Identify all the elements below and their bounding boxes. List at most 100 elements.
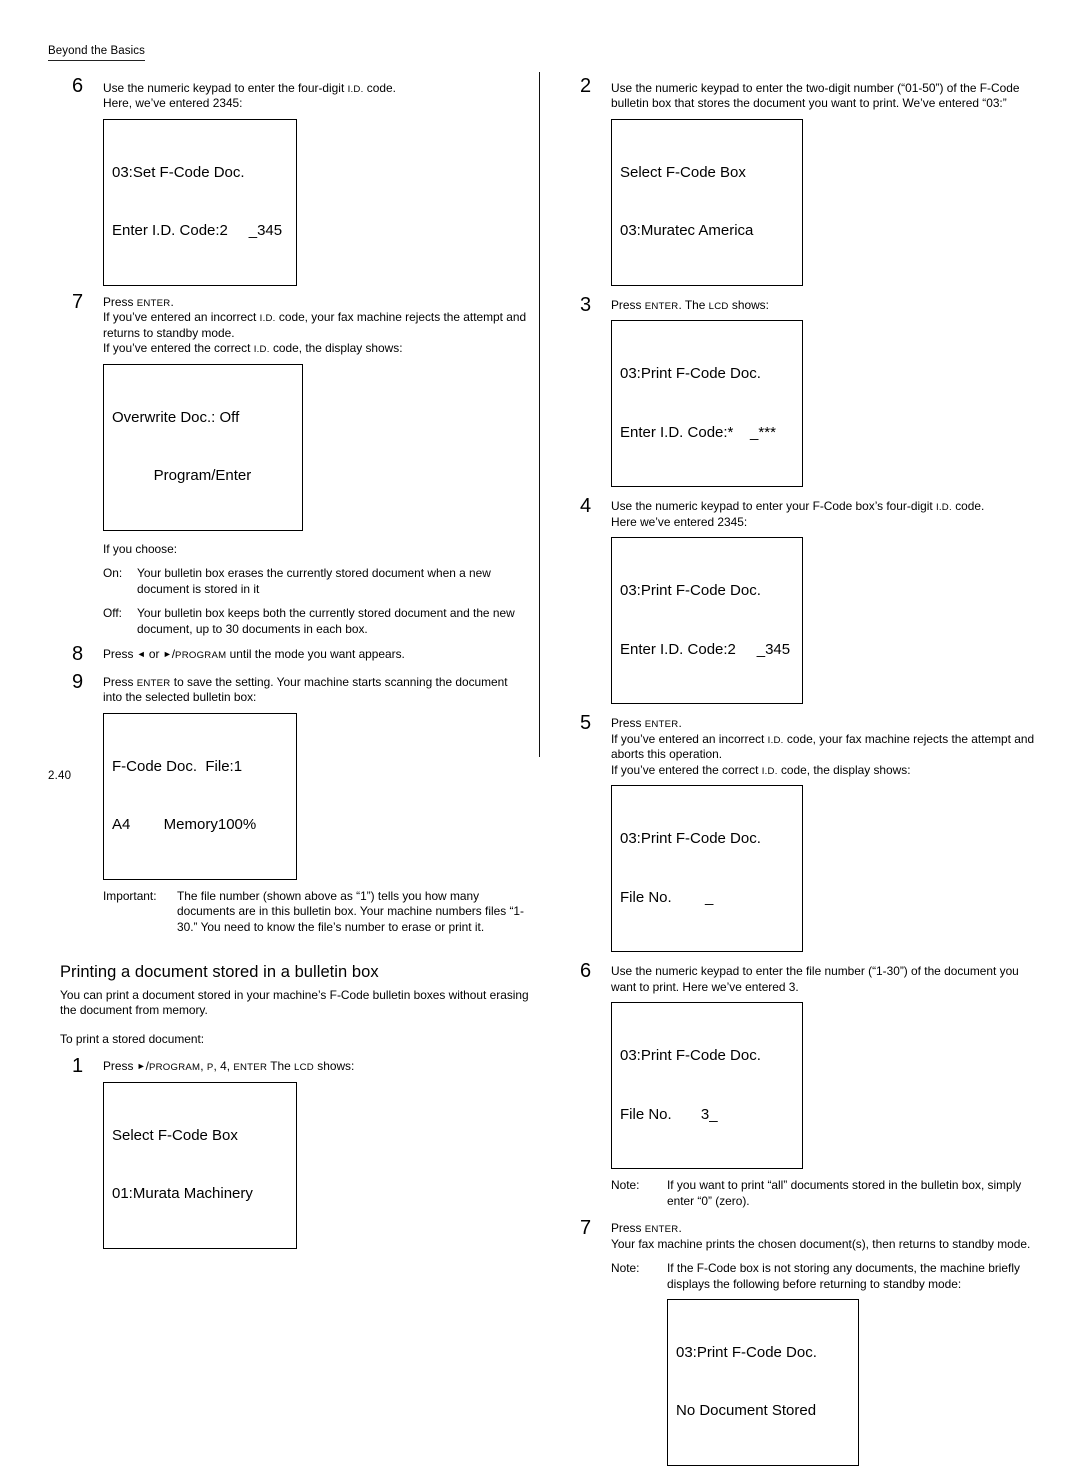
lcd-line-2: Enter I.D. Code:* _*** [620,423,776,441]
step-5: 5 Press Enter. If you’ve entered an inco… [568,712,1038,953]
step-number: 4 [580,495,592,518]
arrow-left-icon: ◄ [136,649,146,660]
lcd-line-1: Select F-Code Box [112,1126,238,1144]
id-abbrev: I.D. [935,502,952,514]
page-number: 2.40 [48,770,72,782]
running-header: Beyond the Basics [48,45,145,61]
step-4-text: Use the numeric keypad to enter your F-C… [611,499,1038,514]
lcd-panel-select-fcode-box-murata: Select F-Code Box 01:Murata Machinery [103,1081,297,1249]
right-column: 2 Use the numeric keypad to enter the tw… [568,72,1038,1470]
note-no-documents: Note: If the F-Code box is not storing a… [611,1261,1038,1292]
enter-key-label: Enter [136,297,171,309]
step-7-correct-line: If you’ve entered the correct I.D. code,… [103,341,530,356]
id-abbrev: I.D. [767,734,784,746]
step-number: 3 [580,293,592,316]
id-abbrev: I.D. [259,313,276,325]
step-6: 6 Use the numeric keypad to enter the fo… [60,76,530,286]
important-body: The file number (shown above as “1”) tel… [177,888,524,934]
step-number: 1 [72,1055,84,1078]
id-abbrev: I.D. [347,84,364,95]
note-body: If you want to print “all” documents sto… [667,1178,1022,1208]
lcd-line-1: 03:Print F-Code Doc. [620,365,761,383]
lcd-line-2: File No. _ [620,888,714,906]
lcd-line-2: A4 Memory100% [112,816,257,834]
lcd-line-1: Overwrite Doc.: Off [112,408,240,426]
lcd-panel-overwrite-doc: Overwrite Doc.: Off Program/Enter [103,363,303,531]
option-off-body: Your bulletin box keeps both the current… [137,606,515,636]
step-number: 8 [72,643,84,666]
step-number: 7 [72,290,84,313]
section-intro: You can print a document stored in your … [60,987,529,1018]
press-period: . [170,294,174,309]
section-lead-in: To print a stored document: [60,1031,205,1046]
step-2: 2 Use the numeric keypad to enter the tw… [568,76,1038,286]
step-6-right-text: Use the numeric keypad to enter the file… [611,964,1019,994]
lcd-panel-print-fcode-doc-enter-id-masked: 03:Print F-Code Doc. Enter I.D. Code:* _… [611,320,803,488]
id-abbrev: I.D. [761,765,778,777]
step-9-text: Press Enter to save the setting. Your ma… [103,675,530,706]
step-number: 6 [580,960,592,983]
step-5-incorrect-line: If you’ve entered an incorrect I.D. code… [611,732,1038,763]
p-key-label: P [206,1062,214,1074]
id-abbrev: I.D. [253,344,270,356]
option-off: Off: Your bulletin box keeps both the cu… [103,606,530,637]
step-2-text: Use the numeric keypad to enter the two-… [611,81,1020,111]
step-6-right: 6 Use the numeric keypad to enter the fi… [568,960,1038,1209]
column-divider [539,72,541,757]
press-period: . [678,1221,682,1236]
step-1-text: Press ►/Program, P, 4, Enter The LCD sho… [103,1059,530,1074]
shows-word: shows: [313,1059,355,1074]
step-5-press-line: Press Enter. [611,716,1038,731]
lcd-panel-print-fcode-doc-file-no-3: 03:Print F-Code Doc. File No. 3_ [611,1002,803,1170]
lcd-abbrev: LCD [294,1062,314,1074]
note-print-all: Note: If you want to print “all” documen… [611,1178,1038,1209]
program-key-label: Program [175,650,227,662]
press-word: Press [103,674,137,689]
important-tag: Important: [103,888,157,903]
step-number: 5 [580,712,592,735]
important-note: Important: The file number (shown above … [103,889,530,935]
step-6-text: Use the numeric keypad to enter the four… [103,81,530,96]
lcd-line-1: Select F-Code Box [620,163,746,181]
lcd-line-1: 03:Print F-Code Doc. [620,1047,761,1065]
lcd-line-2: 03:Muratec America [620,222,754,240]
enter-key-label: Enter [136,677,171,689]
lcd-line-2: No Document Stored [676,1402,817,1420]
enter-key-label: Enter [233,1062,268,1074]
lcd-line-1: 03:Print F-Code Doc. [620,582,761,600]
step-8-text: Press ◄ or ►/Program until the mode you … [103,647,530,662]
step-7-right-press-line: Press Enter. [611,1221,1038,1236]
step-7-press-line: Press Enter. [103,295,530,310]
lcd-line-1: F-Code Doc. File:1 [112,757,243,775]
note-body: If the F-Code box is not storing any doc… [667,1261,1020,1291]
comma-1: , [200,1059,207,1074]
incorrect-text-a: If you’ve entered an incorrect [611,731,768,746]
lcd-panel-print-fcode-doc-enter-id: 03:Print F-Code Doc. Enter I.D. Code:2 _… [611,537,803,705]
step-8: 8 Press ◄ or ►/Program until the mode yo… [60,643,530,666]
lcd-line-1: 03:Set F-Code Doc. [112,163,245,181]
step-7: 7 Press Enter. If you’ve entered an inco… [60,290,530,637]
shows-word: shows: [728,297,769,312]
step-4-text-a: Use the numeric keypad to enter your F-C… [611,499,936,514]
step-1: 1 Press ►/Program, P, 4, Enter The LCD s… [60,1055,530,1249]
press-word: Press [611,1221,645,1236]
or-word: or [145,647,163,662]
step-6-text-a: Use the numeric keypad to enter the four… [103,81,348,95]
lcd-line-2: Program/Enter [112,467,252,485]
note-tag: Note: [611,1178,640,1193]
press-word: Press [103,294,137,309]
correct-text-a: If you’ve entered the correct [611,762,762,777]
four-key-label: , 4, [213,1059,234,1074]
arrow-right-icon: ► [136,1061,146,1072]
step-9: 9 Press Enter to save the setting. Your … [60,672,530,935]
if-you-choose-label: If you choose: [103,541,178,556]
press-word: Press [611,716,645,731]
option-off-tag: Off: [103,606,122,621]
arrow-right-icon: ► [162,649,172,660]
lcd-line-2: 01:Murata Machinery [112,1185,253,1203]
the-word: . The [678,297,709,312]
lcd-abbrev: LCD [708,300,729,312]
lcd-panel-select-fcode-box-muratec: Select F-Code Box 03:Muratec America [611,118,803,286]
enter-key-label: Enter [644,300,679,312]
step-7-incorrect-line: If you’ve entered an incorrect I.D. code… [103,310,530,341]
